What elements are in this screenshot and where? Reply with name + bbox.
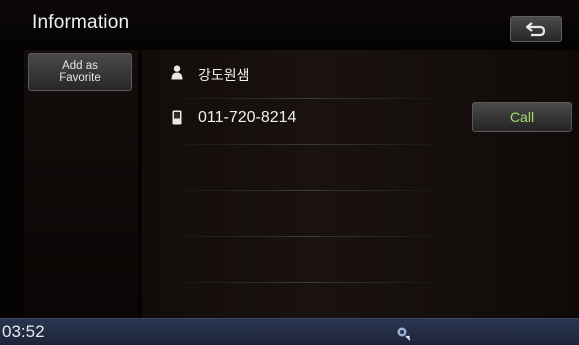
favorite-label-line2: Favorite [59, 72, 101, 84]
row-divider [162, 282, 452, 283]
page-title: Information [32, 12, 130, 33]
row-divider [162, 190, 452, 191]
header-bar: Information [0, 0, 579, 50]
return-arrow-icon [525, 22, 546, 37]
call-label: Call [509, 109, 535, 125]
clock: 03:52 [2, 322, 45, 341]
contact-list [142, 50, 579, 318]
mobile-phone-icon [172, 110, 182, 125]
back-button[interactable] [510, 16, 562, 42]
favorite-label-line1: Add as [62, 60, 98, 72]
add-favorite-button[interactable]: Add as Favorite [28, 53, 132, 91]
person-icon [171, 65, 183, 80]
phone-number: 011-720-8214 [198, 109, 297, 126]
row-divider [162, 236, 452, 237]
contact-name: 강도원샘 [198, 67, 250, 83]
row-divider [162, 144, 452, 145]
call-button[interactable]: Call [472, 102, 572, 132]
row-divider [162, 98, 452, 99]
screen: Information Add as Favorite 강도원샘 011-720… [0, 0, 579, 345]
gps-satellite-icon [397, 327, 411, 341]
status-bar: 03:52 [0, 318, 579, 345]
